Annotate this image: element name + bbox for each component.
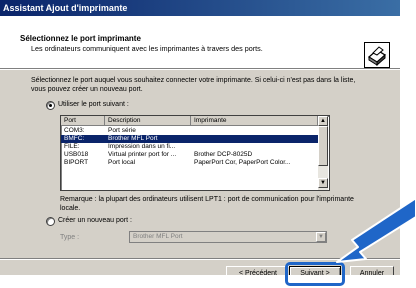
window-title: Assistant Ajout d'imprimante <box>0 0 400 16</box>
create-port-radio[interactable] <box>46 217 55 226</box>
port-list[interactable]: Port Description Imprimante COM3: Port s… <box>60 115 330 191</box>
column-port[interactable]: Port <box>61 116 105 126</box>
port-row-selected[interactable]: BMFC: Brother MFL Port <box>61 135 318 143</box>
port-cell: USB018 <box>64 151 89 158</box>
port-list-scrollbar[interactable]: ▲ ▼ <box>318 116 328 190</box>
chevron-down-icon[interactable]: ▼ <box>316 232 326 242</box>
port-cell: BIPORT <box>64 159 89 166</box>
description-cell: Virtual printer port for ... <box>108 151 177 158</box>
port-cell: COM3: <box>64 127 85 134</box>
cancel-button[interactable]: Annuler <box>350 266 394 275</box>
port-type-select[interactable]: Brother MFL Port ▼ <box>129 231 327 243</box>
port-row[interactable]: COM3: Port série <box>61 127 318 135</box>
port-row[interactable]: BIPORT Port local PaperPort Cor, PaperPo… <box>61 159 318 167</box>
port-row[interactable]: FILE: Impression dans un fi... <box>61 143 318 151</box>
create-port-label[interactable]: Créer un nouveau port : <box>58 217 132 224</box>
printer-cell: PaperPort Cor, PaperPort Color... <box>194 159 291 166</box>
header-title: Sélectionnez le port imprimante <box>20 34 141 43</box>
add-printer-wizard-window: Assistant Ajout d'imprimante Sélectionne… <box>0 0 400 275</box>
description-cell: Port local <box>108 159 136 166</box>
instructions-text: Sélectionnez le port auquel vous souhait… <box>31 77 356 93</box>
scroll-up-arrow-icon[interactable]: ▲ <box>318 116 328 126</box>
printer-cell: Brother DCP-8025D <box>194 151 253 158</box>
next-button-highlight <box>285 262 345 286</box>
wizard-header: Sélectionnez le port imprimante Les ordi… <box>0 16 400 69</box>
description-cell: Port série <box>108 127 136 134</box>
port-list-header: Port Description Imprimante <box>61 116 318 127</box>
port-cell: FILE: <box>64 143 80 150</box>
description-cell: Impression dans un fi... <box>108 143 176 150</box>
printer-icon <box>364 42 390 68</box>
port-row[interactable]: USB018 Virtual printer port for ... Brot… <box>61 151 318 159</box>
column-printer[interactable]: Imprimante <box>191 116 318 126</box>
use-port-label[interactable]: Utiliser le port suivant : <box>58 101 129 108</box>
back-button[interactable]: < Précédent <box>226 266 290 275</box>
scrollbar-thumb[interactable] <box>318 126 328 166</box>
button-separator <box>0 258 400 260</box>
port-type-value: Brother MFL Port <box>133 233 183 240</box>
scroll-down-arrow-icon[interactable]: ▼ <box>318 178 328 188</box>
remark-text: Remarque : la plupart des ordinateurs ut… <box>60 196 354 212</box>
port-cell: BMFC: <box>64 135 85 142</box>
type-label: Type : <box>60 234 80 241</box>
description-cell: Brother MFL Port <box>108 135 158 142</box>
header-subtitle: Les ordinateurs communiquent avec les im… <box>31 44 263 53</box>
column-description[interactable]: Description <box>105 116 191 126</box>
use-port-radio[interactable] <box>46 101 55 110</box>
